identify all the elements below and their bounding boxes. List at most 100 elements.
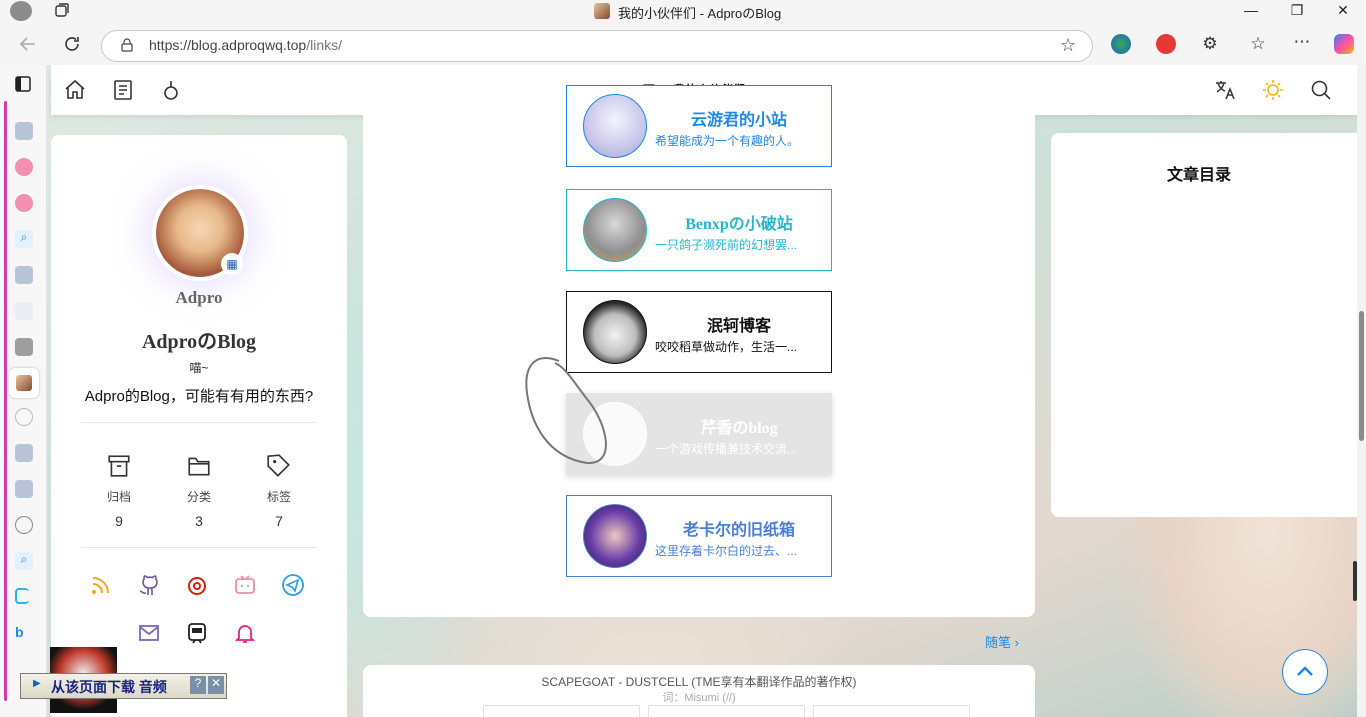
site-favicon [594, 3, 610, 19]
copilot-icon[interactable] [1334, 34, 1354, 54]
player-control[interactable] [813, 705, 970, 717]
friend-avatar [583, 94, 647, 158]
friend-description: 一只鸽子濒死前的幻想罢... [655, 238, 798, 252]
friend-name: 泯轲博客 [706, 318, 771, 335]
browser-toolbar: https://blog.adproqwq.top/links/ ☆ ⚙ ☆ ⋯ [0, 22, 1366, 65]
back-to-top-button[interactable] [1282, 649, 1328, 695]
chevron-up-icon [1297, 666, 1313, 676]
toc-card: 文章目录 [1051, 133, 1357, 517]
web-page: 我的小伙伴们 ▦ Adpro AdproのBlog 喵~ Adpro的Blog，… [47, 65, 1357, 717]
friend-link-card[interactable]: Benxpの小破站 一只鸽子濒死前的幻想罢... [566, 189, 832, 271]
friend-description: 咬咬稻草做动作，生活一... [655, 340, 798, 354]
stat-value: 3 [195, 513, 203, 529]
friend-name: 老卡尔的旧纸箱 [682, 522, 795, 539]
github-icon[interactable] [137, 573, 161, 597]
minimize-button[interactable]: — [1228, 0, 1274, 22]
home-icon[interactable] [63, 78, 87, 102]
collections-icon[interactable]: ☆ [1248, 34, 1268, 54]
tab-icon-anime-2[interactable] [15, 266, 33, 284]
profile-tagline: 喵~ [189, 361, 209, 375]
stat-categories[interactable]: 分类 3 [169, 453, 229, 529]
tab-icon-bracket[interactable] [15, 588, 29, 604]
stat-label: 标签 [266, 490, 291, 504]
stat-value: 9 [115, 513, 123, 529]
scrollbar-thumb[interactable] [1359, 311, 1364, 441]
tab-icon-anime-4[interactable] [15, 480, 33, 498]
mail-icon[interactable] [137, 621, 161, 645]
friend-description: 这里存着卡尔白的过去、... [655, 544, 798, 558]
extension-yd-icon[interactable] [1156, 34, 1176, 54]
tab-icon-pink-2[interactable] [15, 194, 33, 212]
cursor-drawing-mark [525, 357, 607, 465]
lyric-credit: 词：Misumi (//) [662, 692, 736, 704]
player-control[interactable] [648, 705, 805, 717]
friend-description: 希望能成为一个有趣的人。 [655, 134, 800, 148]
profile-description: Adpro的Blog，可能有有用的东西? [84, 388, 314, 405]
restore-button[interactable]: ❐ [1274, 0, 1320, 22]
address-bar[interactable]: https://blog.adproqwq.top/links/ ☆ [101, 30, 1093, 62]
play-icon: ▶ [33, 678, 41, 689]
stat-label: 分类 [186, 490, 211, 504]
profile-card: ▦ Adpro AdproのBlog 喵~ Adpro的Blog，可能有有用的东… [51, 135, 347, 717]
extensions-puzzle-icon[interactable]: ⚙ [1200, 34, 1220, 54]
favorite-star-icon[interactable]: ☆ [1060, 35, 1076, 56]
rss-icon[interactable] [89, 573, 113, 597]
bilibili-icon[interactable] [233, 573, 257, 597]
toc-title: 文章目录 [1166, 167, 1231, 184]
more-menu-icon[interactable]: ⋯ [1292, 33, 1312, 54]
stat-tags[interactable]: 标签 7 [249, 453, 309, 529]
friend-avatar [583, 504, 647, 568]
tab-icon-search-1[interactable]: ⌕ [15, 230, 33, 248]
stat-value: 7 [275, 513, 283, 529]
netease-music-icon[interactable] [185, 573, 209, 597]
tab-icon-globe[interactable] [15, 516, 33, 534]
tab-icon-wave[interactable] [15, 302, 33, 320]
status-badge-icon: ▦ [221, 253, 243, 275]
tag-icon [267, 454, 290, 477]
friend-name: Benxpの小破站 [685, 216, 793, 233]
tab-active[interactable] [9, 368, 39, 398]
tab-icon-bing[interactable]: b [15, 624, 33, 642]
close-window-button[interactable]: ✕ [1320, 0, 1366, 22]
friend-description: 一个游戏传播兼技术交流... [655, 442, 798, 456]
download-label[interactable]: 从该页面下载 音频 [51, 677, 167, 697]
divider [81, 422, 317, 423]
stat-archives[interactable]: 归档 9 [89, 453, 149, 529]
more-link[interactable]: 随笔 › [985, 632, 1019, 651]
url-text[interactable]: https://blog.adproqwq.top/links/ [149, 37, 342, 53]
player-control[interactable] [483, 705, 640, 717]
profile-username: Adpro [175, 288, 223, 307]
blog-name: AdproのBlog [141, 331, 257, 353]
tab-icon-pink-1[interactable] [15, 158, 33, 176]
tab-panel-icon[interactable] [14, 75, 32, 93]
tab-actions-icon[interactable] [54, 2, 70, 18]
scrollbar[interactable] [1357, 65, 1366, 717]
tab-icon-boot[interactable] [15, 338, 33, 356]
sun-icon[interactable] [1261, 78, 1285, 102]
tab-icon-search-2[interactable]: ⌕ [15, 552, 33, 570]
anchor-icon[interactable] [159, 78, 183, 102]
subway-icon[interactable] [185, 621, 209, 645]
extension-globe-icon[interactable] [1111, 34, 1131, 54]
lock-icon[interactable] [120, 38, 134, 52]
tab-group-indicator [4, 101, 7, 701]
help-button[interactable]: ? [190, 676, 206, 694]
tab-icon-smile[interactable] [15, 408, 33, 426]
translate-icon[interactable] [1213, 78, 1237, 102]
search-icon[interactable] [1309, 78, 1333, 102]
tab-icon-anime-3[interactable] [15, 444, 33, 462]
refresh-icon[interactable] [60, 32, 84, 56]
telegram-icon[interactable] [281, 573, 305, 597]
back-arrow-icon[interactable] [16, 32, 40, 56]
bell-icon[interactable] [233, 621, 257, 645]
close-download-button[interactable]: ✕ [208, 676, 224, 694]
article-icon[interactable] [111, 78, 135, 102]
friend-link-card[interactable]: 老卡尔的旧纸箱 这里存着卡尔白的过去、... [566, 495, 832, 577]
friend-link-card[interactable]: 云游君的小站 希望能成为一个有趣的人。 [566, 85, 832, 167]
folder-icon [188, 457, 210, 476]
tab-icon-anime-1[interactable] [15, 122, 33, 140]
browser-title-bar: 我的小伙伴们 - AdproのBlog — ❐ ✕ [0, 0, 1366, 22]
archive-icon [108, 455, 130, 477]
profile-avatar[interactable] [10, 1, 32, 21]
vertical-tabs-sidebar: ⌕ ⌕ b [0, 65, 47, 717]
